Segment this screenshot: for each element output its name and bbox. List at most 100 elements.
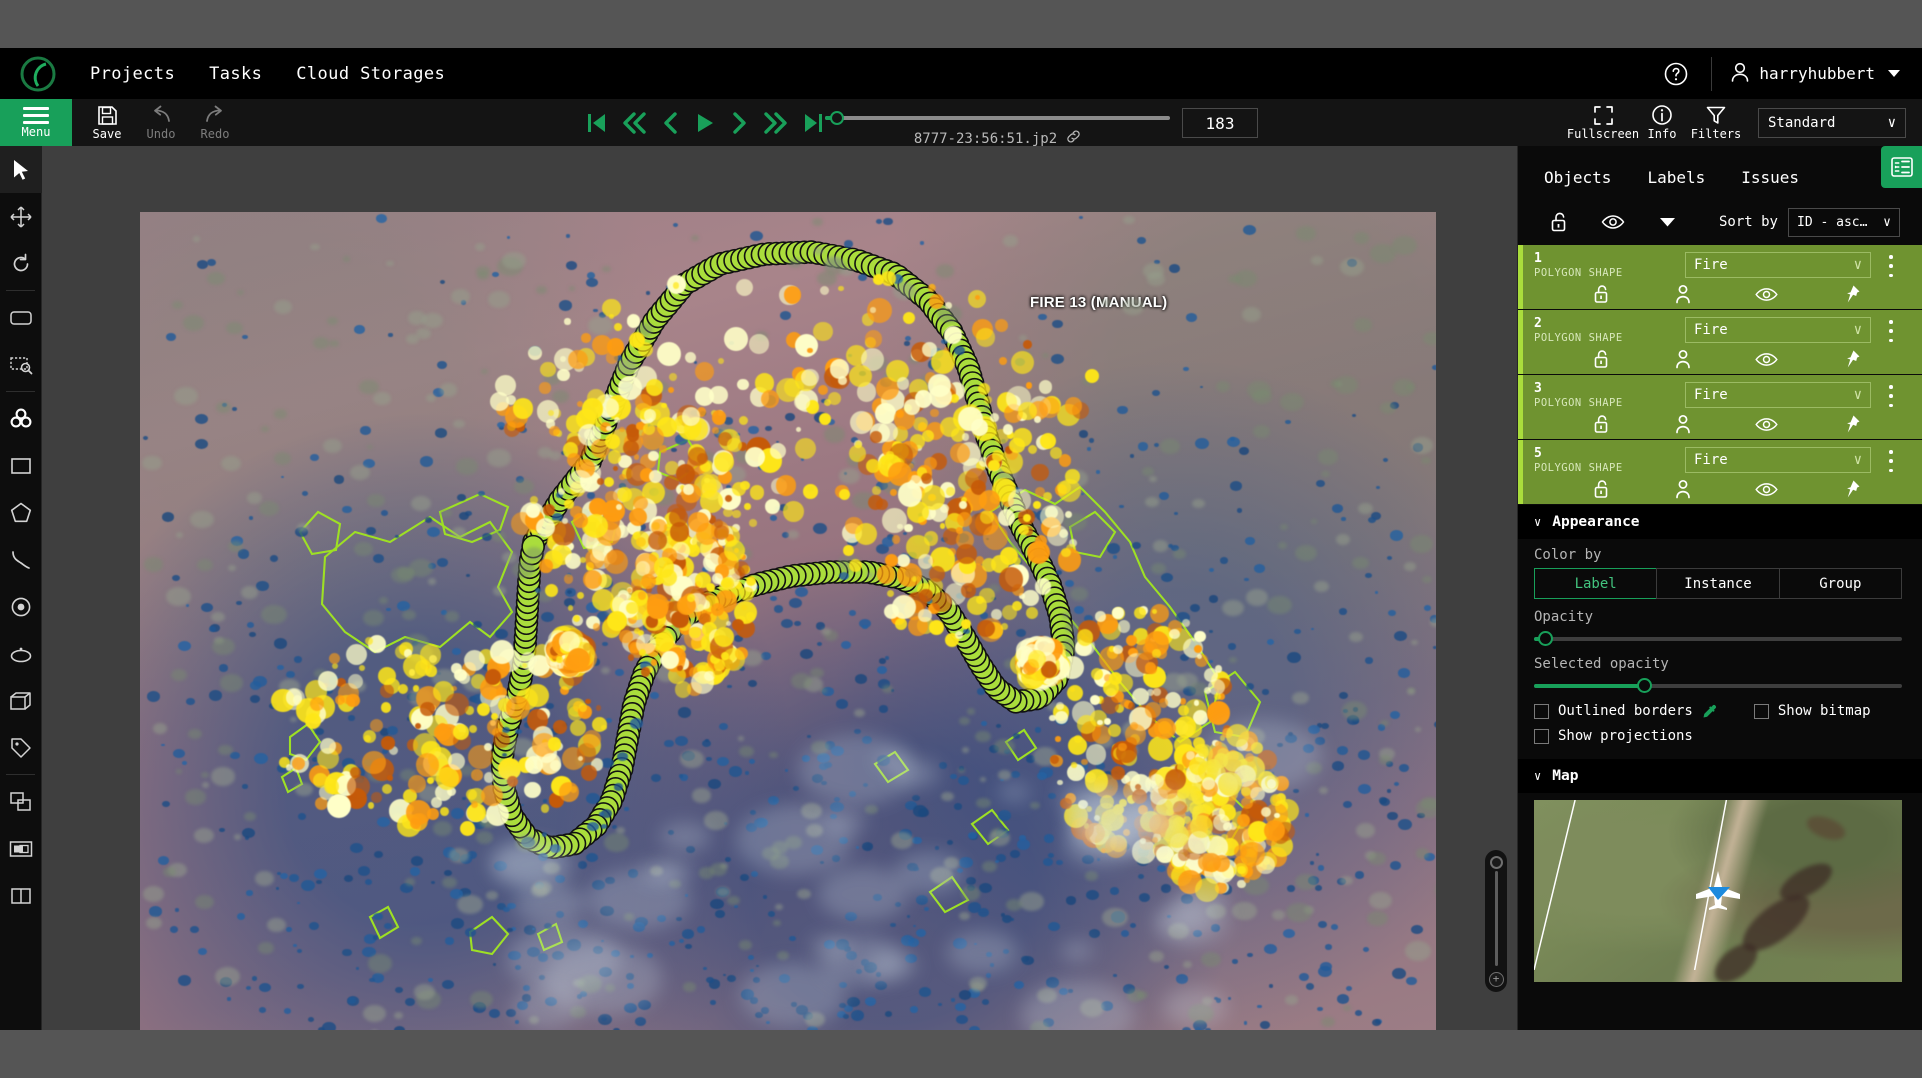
move-image-tool[interactable] [0, 193, 42, 240]
split-track-tool[interactable] [0, 825, 42, 872]
fire-region [1071, 762, 1077, 768]
back-multiple-frames-button[interactable] [621, 111, 647, 135]
hide-all-icon[interactable] [1586, 214, 1640, 230]
save-button[interactable]: Save [78, 99, 136, 146]
lock-open-icon[interactable] [1593, 349, 1611, 369]
zoom-in-button[interactable]: + [1488, 972, 1504, 987]
selected-opacity-slider[interactable] [1534, 677, 1902, 695]
annotation-canvas-area[interactable]: FIRE 13 (MANUAL) + [42, 146, 1517, 1030]
pin-icon[interactable] [1841, 479, 1861, 499]
nav-cloud-storages[interactable]: Cloud Storages [296, 64, 445, 84]
color-by-label-option[interactable]: Label [1534, 568, 1658, 599]
pin-icon[interactable] [1841, 349, 1861, 369]
ai-tools-tool[interactable] [0, 395, 42, 442]
select-region-tool[interactable] [0, 341, 42, 388]
image-texture [194, 895, 214, 910]
person-icon[interactable] [1674, 479, 1692, 499]
undo-button[interactable]: Undo [132, 99, 190, 146]
object-label-select[interactable]: Fire ∨ [1685, 317, 1871, 343]
more-options-icon[interactable] [1884, 450, 1898, 472]
pin-icon[interactable] [1841, 284, 1861, 304]
person-icon[interactable] [1674, 349, 1692, 369]
opacity-slider-handle[interactable] [1538, 631, 1554, 646]
pin-icon[interactable] [1841, 414, 1861, 434]
color-by-instance-option[interactable]: Instance [1656, 568, 1780, 599]
first-frame-button[interactable] [585, 111, 607, 135]
menu-button[interactable]: Menu [0, 99, 72, 146]
fullscreen-button[interactable]: Fullscreen [1567, 99, 1639, 146]
chevron-down-icon[interactable] [1640, 217, 1694, 228]
unlock-all-icon[interactable] [1532, 211, 1586, 233]
nav-tasks[interactable]: Tasks [209, 64, 262, 84]
draw-points-tool[interactable] [0, 583, 42, 630]
appearance-section-header[interactable]: ∨ Appearance [1518, 505, 1922, 539]
draw-polygon-tool[interactable] [0, 489, 42, 536]
forward-multiple-frames-button[interactable] [763, 111, 789, 135]
person-icon[interactable] [1674, 284, 1692, 304]
group-shapes-tool[interactable] [0, 872, 42, 919]
cvat-logo[interactable] [16, 52, 60, 96]
draw-rectangle-tool[interactable] [0, 442, 42, 489]
rotate-tool[interactable] [0, 240, 42, 287]
draw-cuboid-tool[interactable] [0, 677, 42, 724]
object-label-select[interactable]: Fire ∨ [1685, 447, 1871, 473]
outlined-borders-checkbox[interactable] [1534, 703, 1549, 719]
person-icon[interactable] [1674, 414, 1692, 434]
frame-number-input[interactable]: 183 [1182, 108, 1258, 138]
filters-button[interactable]: Filters [1686, 99, 1746, 146]
canvas-zoom-slider[interactable]: + [1485, 850, 1507, 992]
lock-open-icon[interactable] [1593, 414, 1611, 434]
object-row[interactable]: 5 POLYGON SHAPE Fire ∨ [1518, 440, 1922, 505]
frame-slider[interactable] [825, 108, 1170, 128]
more-options-icon[interactable] [1884, 320, 1898, 342]
draw-polyline-tool[interactable] [0, 536, 42, 583]
lock-open-icon[interactable] [1593, 284, 1611, 304]
tab-labels[interactable]: Labels [1647, 168, 1705, 191]
collapse-sidebar-icon[interactable] [1881, 146, 1922, 188]
workspace-select[interactable]: Standard ∨ [1758, 107, 1906, 138]
previous-frame-button[interactable] [661, 111, 679, 135]
object-row[interactable]: 1 POLYGON SHAPE Fire ∨ [1518, 245, 1922, 310]
eyedropper-icon[interactable] [1702, 704, 1717, 719]
tab-objects[interactable]: Objects [1544, 168, 1611, 191]
fit-image-tool[interactable] [0, 294, 42, 341]
image-texture [218, 744, 233, 756]
next-frame-button[interactable] [731, 111, 749, 135]
object-row[interactable]: 3 POLYGON SHAPE Fire ∨ [1518, 375, 1922, 440]
more-options-icon[interactable] [1884, 255, 1898, 277]
setup-tag-tool[interactable] [0, 724, 42, 771]
draw-ellipse-tool[interactable] [0, 630, 42, 677]
cursor-tool[interactable] [0, 146, 42, 193]
image-texture [342, 948, 352, 956]
object-row[interactable]: 2 POLYGON SHAPE Fire ∨ [1518, 310, 1922, 375]
info-button[interactable]: Info [1638, 99, 1686, 146]
more-options-icon[interactable] [1884, 385, 1898, 407]
color-by-group-option[interactable]: Group [1778, 568, 1902, 599]
play-button[interactable] [693, 111, 717, 135]
selected-opacity-slider-handle[interactable] [1637, 678, 1653, 693]
user-menu[interactable]: harryhubbert [1730, 61, 1900, 87]
nav-projects[interactable]: Projects [90, 64, 175, 84]
show-projections-checkbox[interactable] [1534, 728, 1549, 744]
show-bitmap-checkbox[interactable] [1753, 703, 1769, 719]
object-label-select[interactable]: Fire ∨ [1685, 252, 1871, 278]
object-row-actions [1562, 346, 1892, 372]
frame-image[interactable]: FIRE 13 (MANUAL) [140, 212, 1436, 1030]
eye-icon[interactable] [1755, 287, 1778, 302]
sort-by-select[interactable]: ID - asc… ∨ [1788, 207, 1900, 237]
redo-button[interactable]: Redo [186, 99, 244, 146]
zoom-slider-handle[interactable] [1489, 856, 1503, 869]
object-label-select[interactable]: Fire ∨ [1685, 382, 1871, 408]
frame-slider-handle[interactable] [830, 111, 844, 125]
map-section-header[interactable]: ∨ Map [1518, 759, 1922, 793]
tab-issues[interactable]: Issues [1741, 168, 1799, 191]
last-frame-button[interactable] [803, 111, 825, 135]
lock-open-icon[interactable] [1593, 479, 1611, 499]
question-circle-icon[interactable] [1663, 61, 1689, 87]
eye-icon[interactable] [1755, 417, 1778, 432]
opacity-slider[interactable] [1534, 630, 1902, 648]
eye-icon[interactable] [1755, 482, 1778, 497]
map-preview[interactable] [1534, 800, 1902, 982]
merge-shapes-tool[interactable] [0, 778, 42, 825]
eye-icon[interactable] [1755, 352, 1778, 367]
